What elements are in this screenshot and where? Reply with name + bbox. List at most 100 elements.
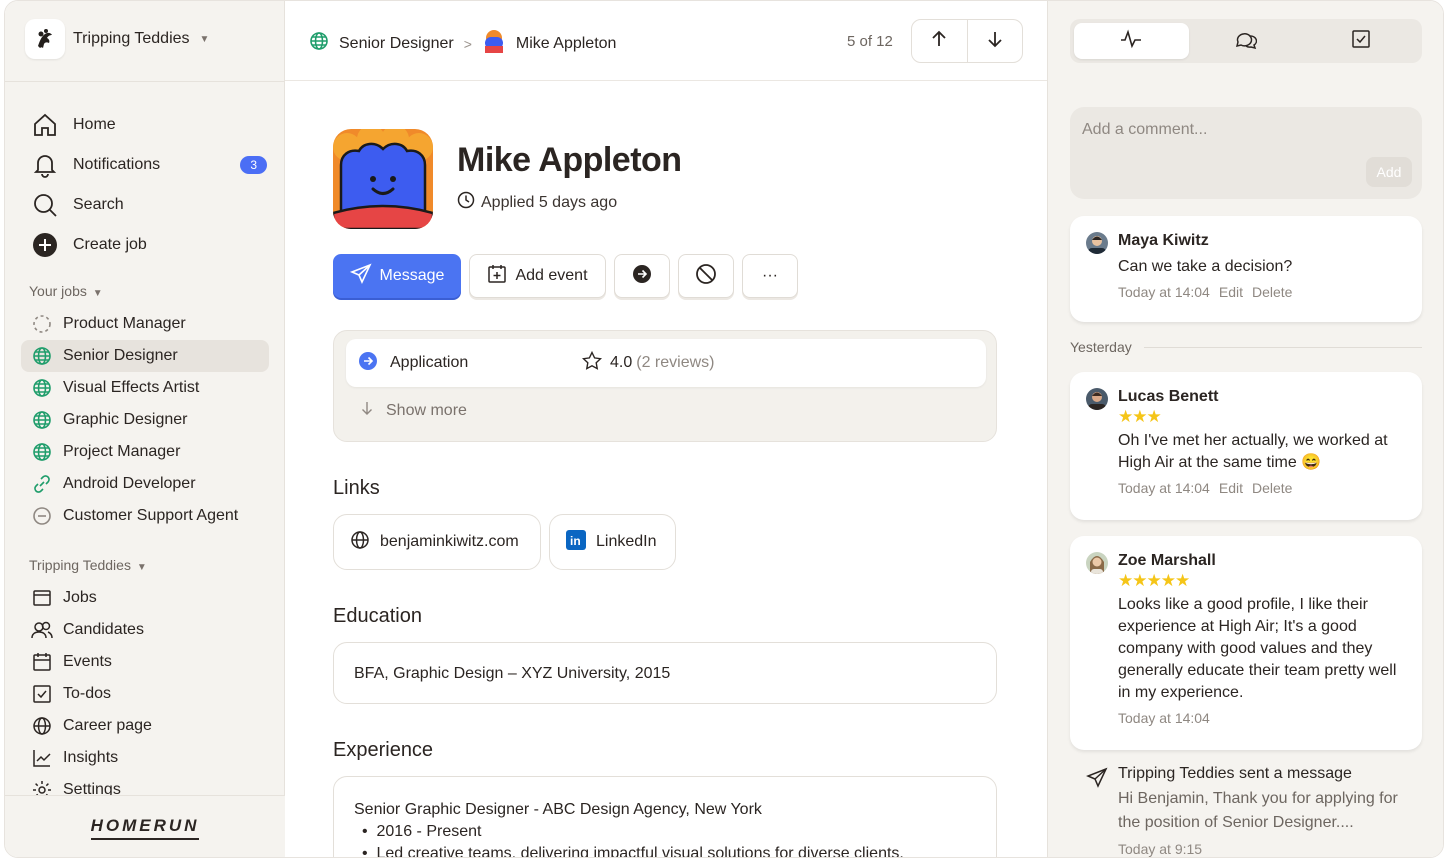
comment-card: Maya Kiwitz Can we take a decision? Toda… (1070, 216, 1422, 322)
previous-candidate-button[interactable] (912, 20, 968, 62)
your-jobs-heading-label: Your jobs (29, 283, 87, 299)
delete-comment-link[interactable]: Delete (1252, 480, 1292, 496)
candidate-main: Senior Designer > Mike Appleton 5 of 12 … (285, 1, 1047, 857)
delete-comment-link[interactable]: Delete (1252, 284, 1292, 300)
org-nav-label: To-dos (63, 685, 112, 702)
checkbox-icon (31, 683, 53, 705)
add-event-label: Add event (515, 267, 588, 284)
comment-text: Oh I've met her actually, we worked at H… (1118, 432, 1388, 471)
job-label: Product Manager (63, 315, 186, 332)
org-section-heading[interactable]: Tripping Teddies ▼ (29, 557, 147, 573)
comment-author: Zoe Marshall (1118, 552, 1216, 569)
linkedin-link[interactable]: in LinkedIn (549, 514, 676, 570)
application-label: Application (390, 354, 469, 371)
dashed-circle-icon (31, 313, 53, 335)
your-jobs-list: Product Manager Senior Designer Visual E… (21, 308, 269, 532)
job-item-android-developer[interactable]: Android Developer (21, 468, 269, 500)
applied-text: Applied 5 days ago (481, 193, 618, 211)
nav-notifications[interactable]: Notifications 3 (31, 145, 267, 185)
website-link[interactable]: benjaminkiwitz.com (333, 514, 541, 570)
notification-count-badge: 3 (240, 156, 267, 174)
arrow-right-circle-icon (358, 351, 378, 376)
chevron-right-icon: > (463, 35, 472, 52)
org-nav-insights[interactable]: Insights (21, 742, 269, 774)
applied-info: Applied 5 days ago (457, 191, 617, 214)
org-nav-jobs[interactable]: Jobs (21, 582, 269, 614)
avatar (481, 29, 506, 58)
nav-create-job-label: Create job (73, 236, 147, 253)
more-icon: ··· (762, 267, 778, 284)
rating-value: 4.0 (610, 354, 633, 371)
comment-text: Can we take a decision? (1118, 258, 1293, 275)
breadcrumb: Senior Designer > Mike Appleton (309, 29, 616, 58)
job-item-project-manager[interactable]: Project Manager (21, 436, 269, 468)
chevron-down-icon: ▼ (136, 562, 147, 573)
breadcrumb-candidate: Mike Appleton (515, 34, 617, 52)
comment-time: Today at 14:04 (1118, 284, 1210, 300)
org-nav-todos[interactable]: To-dos (21, 678, 269, 710)
briefcase-icon (31, 587, 53, 609)
avatar (1086, 552, 1108, 574)
nav-create-job[interactable]: Create job (31, 225, 267, 265)
checkbox-icon (1351, 29, 1371, 54)
job-item-graphic-designer[interactable]: Graphic Designer (21, 404, 269, 436)
star-rating: ★★★★★ (1118, 571, 1190, 590)
sent-message-entry[interactable]: Tripping Teddies sent a message Hi Benja… (1086, 765, 1416, 857)
move-stage-button[interactable] (614, 254, 670, 298)
org-nav-candidates[interactable]: Candidates (21, 614, 269, 646)
arrow-up-icon (929, 29, 949, 54)
edit-comment-link[interactable]: Edit (1219, 284, 1243, 300)
message-body: Hi Benjamin, Thank you for applying for … (1118, 790, 1398, 831)
job-item-customer-support-agent[interactable]: Customer Support Agent (21, 500, 269, 532)
experience-box: Senior Graphic Designer - ABC Design Age… (333, 776, 997, 857)
tab-activity[interactable] (1074, 23, 1189, 59)
topbar: Senior Designer > Mike Appleton 5 of 12 (285, 1, 1047, 81)
pager-position: 5 of 12 (847, 33, 893, 50)
show-more-button[interactable]: Show more (360, 401, 467, 420)
chevron-down-icon: ▼ (199, 33, 210, 45)
tab-todos[interactable] (1303, 23, 1418, 59)
job-item-visual-effects-artist[interactable]: Visual Effects Artist (21, 372, 269, 404)
comment-input[interactable]: Add a comment... Add (1070, 107, 1422, 199)
org-switcher[interactable]: Tripping Teddies ▼ (25, 19, 209, 59)
next-candidate-button[interactable] (968, 20, 1023, 62)
nav-home[interactable]: Home (31, 105, 267, 145)
disqualify-button[interactable] (678, 254, 734, 298)
job-item-senior-designer[interactable]: Senior Designer (21, 340, 269, 372)
candidate-actions: Message Add event ··· (333, 254, 798, 298)
experience-title: Senior Graphic Designer - ABC Design Age… (354, 801, 762, 818)
add-event-button[interactable]: Add event (469, 254, 606, 298)
search-icon (31, 191, 59, 219)
homerun-logo: HOMERUN (5, 795, 285, 857)
experience-bullet: • 2016 - Present (362, 823, 482, 840)
education-text: BFA, Graphic Design – XYZ University, 20… (354, 665, 671, 682)
home-icon (31, 111, 59, 139)
job-label: Graphic Designer (63, 411, 188, 428)
org-logo (25, 19, 65, 59)
message-button-label: Message (379, 267, 445, 284)
date-divider: Yesterday (1070, 339, 1422, 355)
job-item-product-manager[interactable]: Product Manager (21, 308, 269, 340)
nav-search[interactable]: Search (31, 185, 267, 225)
org-nav-career-page[interactable]: Career page (21, 710, 269, 742)
more-options-button[interactable]: ··· (742, 254, 798, 298)
globe-icon (31, 409, 53, 431)
job-label: Customer Support Agent (63, 507, 239, 524)
application-row[interactable]: Application 4.0 (2 reviews) (346, 339, 986, 387)
your-jobs-heading[interactable]: Your jobs ▼ (29, 283, 103, 299)
globe-icon (350, 530, 370, 555)
edit-comment-link[interactable]: Edit (1219, 480, 1243, 496)
candidate-avatar (333, 129, 433, 229)
calendar-plus-icon (487, 264, 507, 289)
avatar (1086, 232, 1108, 254)
candidate-name: Mike Appleton (457, 141, 682, 179)
block-icon (695, 263, 717, 290)
nav-search-label: Search (73, 196, 124, 213)
breadcrumb-job[interactable]: Senior Designer (339, 35, 454, 53)
tab-comments[interactable] (1189, 23, 1304, 59)
comment-card: Zoe Marshall ★★★★★ Looks like a good pro… (1070, 536, 1422, 750)
add-comment-button[interactable]: Add (1366, 157, 1412, 187)
panel-tabs (1070, 19, 1422, 63)
org-nav-events[interactable]: Events (21, 646, 269, 678)
message-button[interactable]: Message (333, 254, 461, 298)
